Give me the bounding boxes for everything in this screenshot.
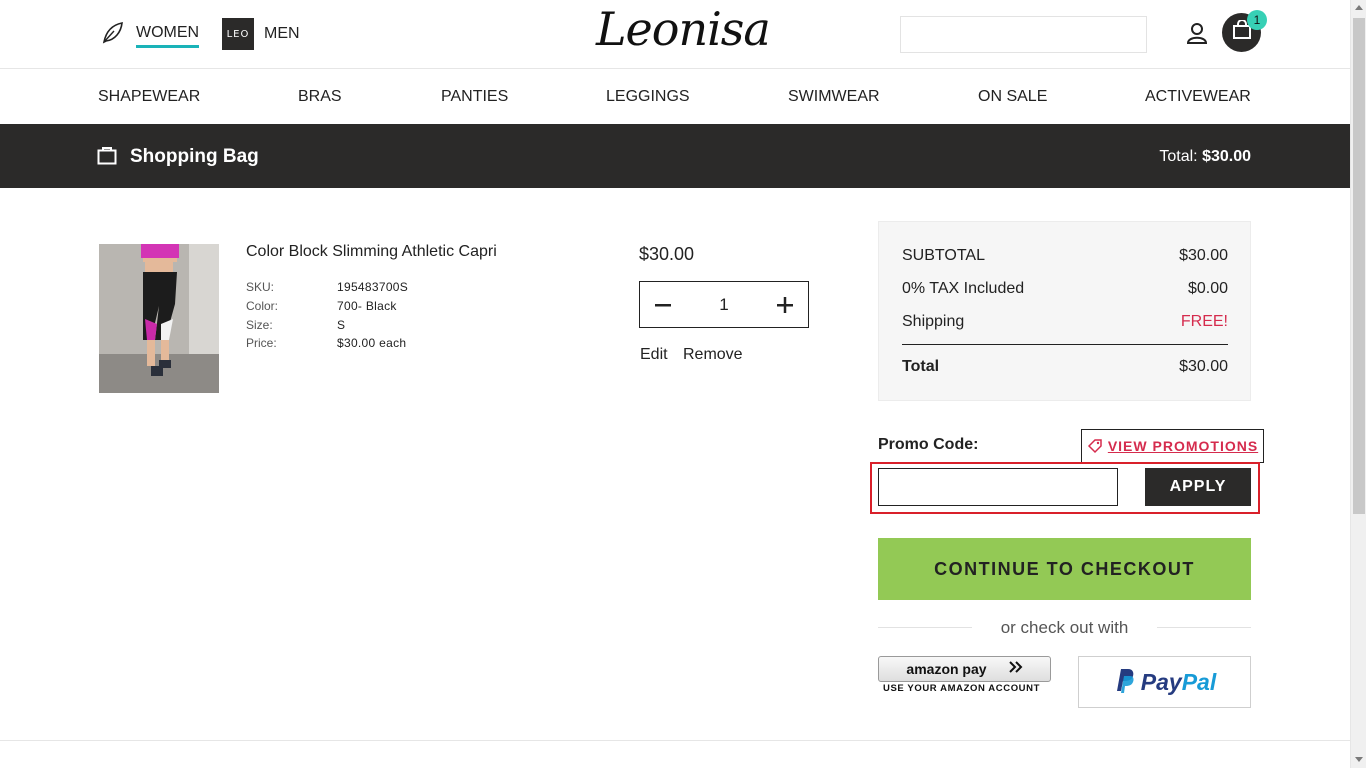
user-icon[interactable] xyxy=(1184,20,1210,46)
shopping-bag-icon xyxy=(97,145,117,170)
amazon-pay-label: amazon pay xyxy=(906,661,987,677)
leonisa-logo[interactable]: Leonisa xyxy=(596,2,771,62)
view-promotions-label: VIEW PROMOTIONS xyxy=(1107,438,1259,454)
quantity-value[interactable]: 1 xyxy=(719,295,728,315)
nav-bras[interactable]: BRAS xyxy=(298,88,342,106)
men-label: MEN xyxy=(264,25,300,42)
total-value: $30.00 xyxy=(1179,358,1228,375)
item-price: $30.00 xyxy=(639,244,695,264)
bag-total-value: $30.00 xyxy=(1202,148,1251,165)
women-label: WOMEN xyxy=(136,24,200,48)
tax-row: 0% TAX Included $0.00 xyxy=(902,280,1228,298)
bag-total-label: Total: xyxy=(1159,148,1198,165)
double-chevron-icon xyxy=(1008,660,1023,678)
nav-on-sale[interactable]: ON SALE xyxy=(978,88,1047,106)
subtotal-row: SUBTOTAL $30.00 xyxy=(902,247,1228,265)
page-scrollbar[interactable] xyxy=(1350,0,1366,768)
promo-code-input[interactable] xyxy=(878,468,1118,506)
women-tab[interactable]: WOMEN xyxy=(100,18,200,48)
spec-label: Price: xyxy=(246,336,277,350)
spec-value: 195483700S xyxy=(337,280,409,294)
subtotal-value: $30.00 xyxy=(1179,247,1228,264)
leo-badge: LEO xyxy=(222,18,254,50)
apply-button[interactable]: APPLY xyxy=(1145,468,1251,506)
men-tab[interactable]: LEO MEN xyxy=(222,18,300,50)
category-nav: SHAPEWEAR BRAS PANTIES LEGGINGS SWIMWEAR… xyxy=(0,70,1350,124)
promo-code-label: Promo Code: xyxy=(878,436,979,453)
quantity-stepper: 1 xyxy=(639,281,809,328)
amazon-pay-subtitle: USE YOUR AMAZON ACCOUNT xyxy=(883,683,1041,694)
shipping-value: FREE! xyxy=(1180,313,1228,330)
total-row: Total $30.00 xyxy=(902,358,1228,376)
bag-total: Total: $30.00 xyxy=(1159,148,1251,166)
leaf-icon xyxy=(100,20,126,46)
cart-count-badge: 1 xyxy=(1247,10,1267,30)
spec-label: SKU: xyxy=(246,280,275,294)
paypal-label-a: Pay xyxy=(1140,668,1182,695)
alt-checkout-text: or check out with xyxy=(1000,618,1129,637)
paypal-button[interactable]: Pay Pal xyxy=(1078,656,1251,708)
product-image[interactable] xyxy=(99,244,219,393)
tax-value: $0.00 xyxy=(1187,280,1228,297)
order-summary: SUBTOTAL $30.00 0% TAX Included $0.00 Sh… xyxy=(878,221,1251,401)
nav-panties[interactable]: PANTIES xyxy=(441,88,508,106)
footer-divider xyxy=(0,740,1350,741)
shipping-label: Shipping xyxy=(902,313,965,330)
scroll-up-icon[interactable] xyxy=(1355,5,1363,10)
total-label: Total xyxy=(902,358,940,375)
minus-icon[interactable] xyxy=(652,294,674,316)
spec-value: 700- Black xyxy=(337,299,397,313)
plus-icon[interactable] xyxy=(774,294,796,316)
product-name[interactable]: Color Block Slimming Athletic Capri xyxy=(246,243,497,261)
amazon-pay-button[interactable]: amazon pay xyxy=(878,656,1051,682)
summary-divider xyxy=(902,344,1228,345)
shopping-bag-header: Shopping Bag Total: $30.00 xyxy=(0,124,1350,188)
spec-label: Size: xyxy=(246,318,273,332)
edit-link[interactable]: Edit xyxy=(640,346,668,364)
top-header: WOMEN LEO MEN Leonisa 1 xyxy=(0,0,1350,69)
nav-activewear[interactable]: ACTIVEWEAR xyxy=(1145,88,1251,106)
nav-shapewear[interactable]: SHAPEWEAR xyxy=(98,88,200,106)
continue-to-checkout-button[interactable]: CONTINUE TO CHECKOUT xyxy=(878,538,1251,600)
view-promotions-button[interactable]: VIEW PROMOTIONS xyxy=(1081,429,1264,463)
shipping-row: Shipping FREE! xyxy=(902,313,1228,331)
shopping-bag-title: Shopping Bag xyxy=(130,146,259,167)
spec-value: S xyxy=(337,318,346,332)
tag-icon xyxy=(1087,439,1102,454)
nav-swimwear[interactable]: SWIMWEAR xyxy=(788,88,880,106)
search-input[interactable] xyxy=(900,16,1147,53)
scroll-down-icon[interactable] xyxy=(1355,757,1363,762)
paypal-logo-icon xyxy=(1113,667,1135,698)
subtotal-label: SUBTOTAL xyxy=(902,247,985,264)
remove-link[interactable]: Remove xyxy=(683,346,743,364)
scroll-thumb[interactable] xyxy=(1353,18,1365,514)
nav-leggings[interactable]: LEGGINGS xyxy=(606,88,690,106)
paypal-label-b: Pal xyxy=(1181,668,1217,695)
tax-label: 0% TAX Included xyxy=(902,280,1025,297)
spec-value: $30.00 each xyxy=(337,336,407,350)
spec-label: Color: xyxy=(246,299,279,313)
